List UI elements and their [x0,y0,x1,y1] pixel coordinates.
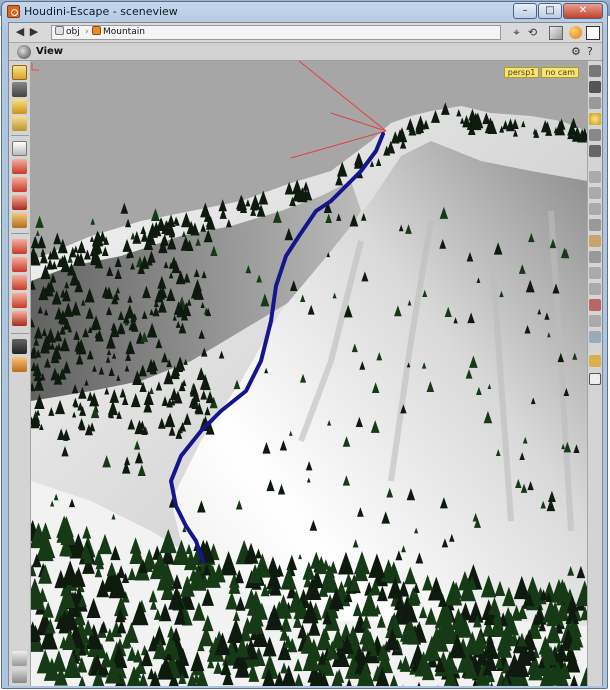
axis-gizmo-icon [31,63,39,71]
frame-icon[interactable] [589,299,601,311]
view-icon [17,45,31,59]
maximize-pane-icon[interactable] [586,26,600,40]
notes-icon[interactable] [12,651,27,666]
left-toolbar [9,61,31,686]
move-tool-icon[interactable] [12,159,27,174]
houdini-window: Houdini-Escape - sceneview – □ ✕ ◀ ▶ obj… [1,1,608,689]
points-icon[interactable] [589,203,601,215]
light-icon[interactable] [589,113,601,125]
crumb-label: obj [66,27,80,37]
select-arrow-icon[interactable] [12,141,27,156]
geometry-node-icon [92,26,101,35]
render-region-icon[interactable] [12,357,27,372]
secure-select-icon[interactable] [12,116,27,131]
back-arrow-icon[interactable]: ◀ [13,25,27,39]
wireframe-icon[interactable] [589,145,601,157]
title-bar[interactable]: Houdini-Escape - sceneview – □ ✕ [2,2,607,22]
scene-view-pane: ◀ ▶ obj › Mountain ⌖ ⟲ View ⚙ ? persp1 n… [8,22,603,686]
crumb-separator-icon: › [85,27,89,37]
ghost-icon[interactable] [589,171,601,183]
crumb-mountain[interactable]: Mountain [92,26,145,39]
minimize-button[interactable]: – [513,3,537,19]
shading-icon[interactable] [589,129,601,141]
lighting-icon[interactable] [589,65,601,77]
pane-options-icon[interactable]: ⚙ [571,45,581,59]
path-bar: ◀ ▶ obj › Mountain ⌖ ⟲ [9,23,602,43]
viewer-cube-icon[interactable] [549,26,563,40]
window-title: Houdini-Escape - sceneview [24,5,178,18]
terrain-render [31,61,587,686]
right-toolbar [587,61,602,686]
render-ball-icon[interactable] [569,26,582,39]
headlight-icon[interactable] [589,97,601,109]
geometry-mode-icon[interactable] [12,99,27,114]
settings-icon[interactable] [12,668,27,683]
link-icon[interactable]: ⟲ [525,25,540,40]
pose-tool-icon[interactable] [12,213,27,228]
layout-icon[interactable] [589,355,601,367]
display-options-icon[interactable] [12,339,27,354]
close-button[interactable]: ✕ [563,3,603,19]
network-path-field[interactable]: obj › Mountain [51,25,501,40]
normals-icon[interactable] [589,219,601,231]
rotate-tool-icon[interactable] [12,177,27,192]
scene-viewport[interactable]: persp1 no cam [31,61,587,686]
forward-arrow-icon[interactable]: ▶ [27,25,41,39]
maximize-button[interactable]: □ [538,3,562,19]
crumb-obj[interactable]: obj [55,26,80,39]
brush-tool-icon[interactable] [12,275,27,290]
origin-icon[interactable] [589,283,601,295]
cam-menu[interactable]: no cam [541,67,579,78]
panel-icon[interactable] [589,373,601,385]
handle-tool-icon[interactable] [12,239,27,254]
crumb-label: Mountain [103,27,145,37]
template-icon[interactable] [589,235,601,247]
pane-tab-bar: View ⚙ ? [9,43,602,61]
image-plane-icon[interactable] [589,331,601,343]
snap-tool-icon[interactable] [12,311,27,326]
object-level-icon [55,26,64,35]
scale-tool-icon[interactable] [12,195,27,210]
view-tool-icon[interactable] [12,257,27,272]
curve-icon[interactable] [589,267,601,279]
safe-area-icon[interactable] [589,315,601,327]
object-mode-icon[interactable] [12,82,27,97]
magnet-tool-icon[interactable] [12,293,27,308]
camera-menu[interactable]: persp1 [503,67,540,78]
camera-icon[interactable] [589,81,601,93]
help-icon[interactable]: ? [587,45,593,59]
pane-tab-view[interactable]: View [36,46,63,57]
pen-icon[interactable] [589,251,601,263]
select-mode-icon[interactable] [12,65,27,80]
pin-icon[interactable]: ⌖ [509,25,524,40]
grid-icon[interactable] [589,187,601,199]
houdini-app-icon [7,5,20,18]
